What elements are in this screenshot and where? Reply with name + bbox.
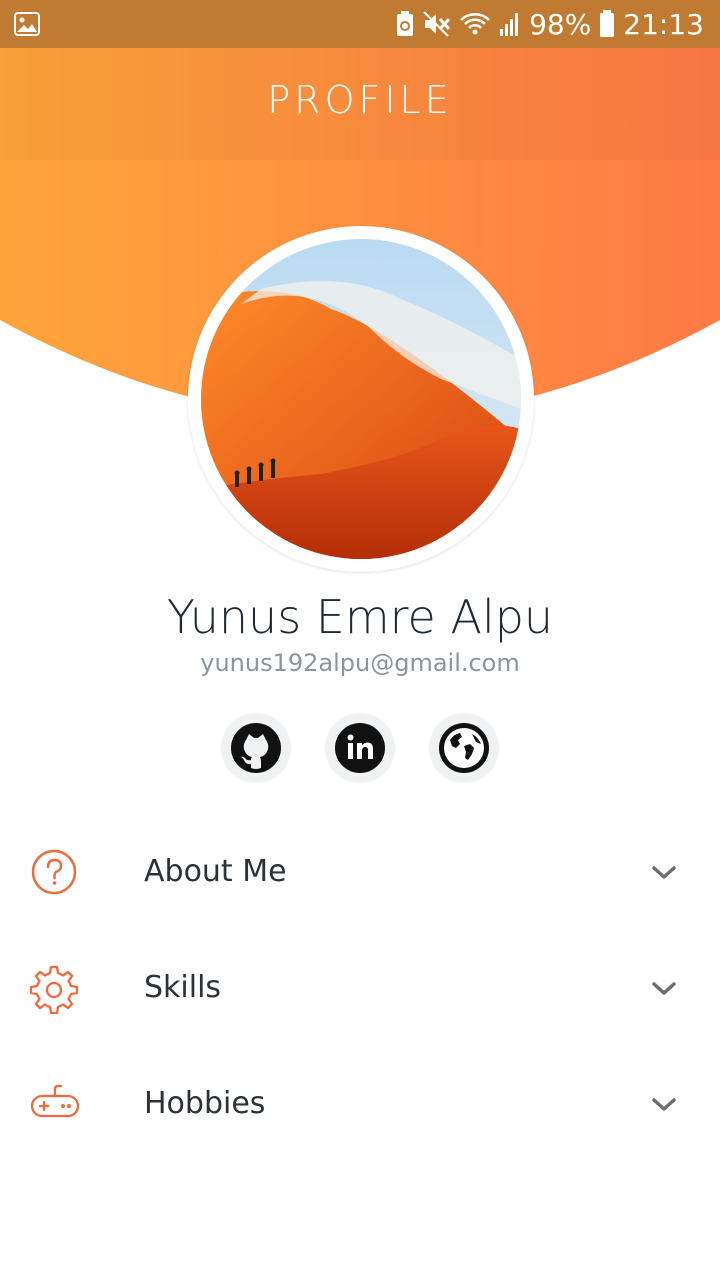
battery-saver-icon: [397, 11, 414, 36]
gamepad-icon: [30, 1084, 80, 1118]
battery-percent: 98%: [529, 7, 592, 41]
github-icon: [231, 723, 281, 773]
menu-item-hobbies[interactable]: Hobbies: [0, 1046, 720, 1162]
menu-item-label: Hobbies: [144, 1086, 266, 1121]
gear-icon: [30, 965, 79, 1014]
page-title: PROFILE: [267, 78, 453, 122]
mute-icon: [423, 11, 451, 37]
avatar[interactable]: [188, 226, 534, 572]
status-left: [14, 12, 40, 36]
battery-icon: [600, 10, 615, 37]
signal-icon: [500, 13, 519, 36]
github-button[interactable]: [221, 713, 291, 783]
menu-item-label: Skills: [144, 970, 222, 1005]
linkedin-button[interactable]: [325, 713, 395, 783]
status-right: 98% 21:13: [395, 8, 704, 41]
profile-email[interactable]: yunus192alpu@gmail.com: [0, 649, 720, 677]
avatar-image: [201, 239, 521, 559]
social-links: [221, 713, 499, 783]
menu-item-label: About Me: [144, 854, 287, 889]
globe-icon: [439, 723, 489, 773]
profile-menu: About Me Skills Hobbies: [0, 814, 720, 1162]
chevron-down-icon[interactable]: [650, 980, 678, 998]
status-bar: 98% 21:13: [0, 0, 720, 48]
question-circle-icon: [31, 849, 77, 895]
profile-name: Yunus Emre Alpu: [166, 590, 554, 644]
menu-item-about-me[interactable]: About Me: [0, 814, 720, 930]
linkedin-icon: [335, 723, 385, 773]
wifi-icon: [460, 13, 490, 35]
website-button[interactable]: [429, 713, 499, 783]
menu-item-skills[interactable]: Skills: [0, 930, 720, 1046]
clock: 21:13: [623, 7, 704, 41]
chevron-down-icon[interactable]: [650, 864, 678, 882]
chevron-down-icon[interactable]: [650, 1096, 678, 1114]
image-notification-icon: [14, 12, 40, 36]
